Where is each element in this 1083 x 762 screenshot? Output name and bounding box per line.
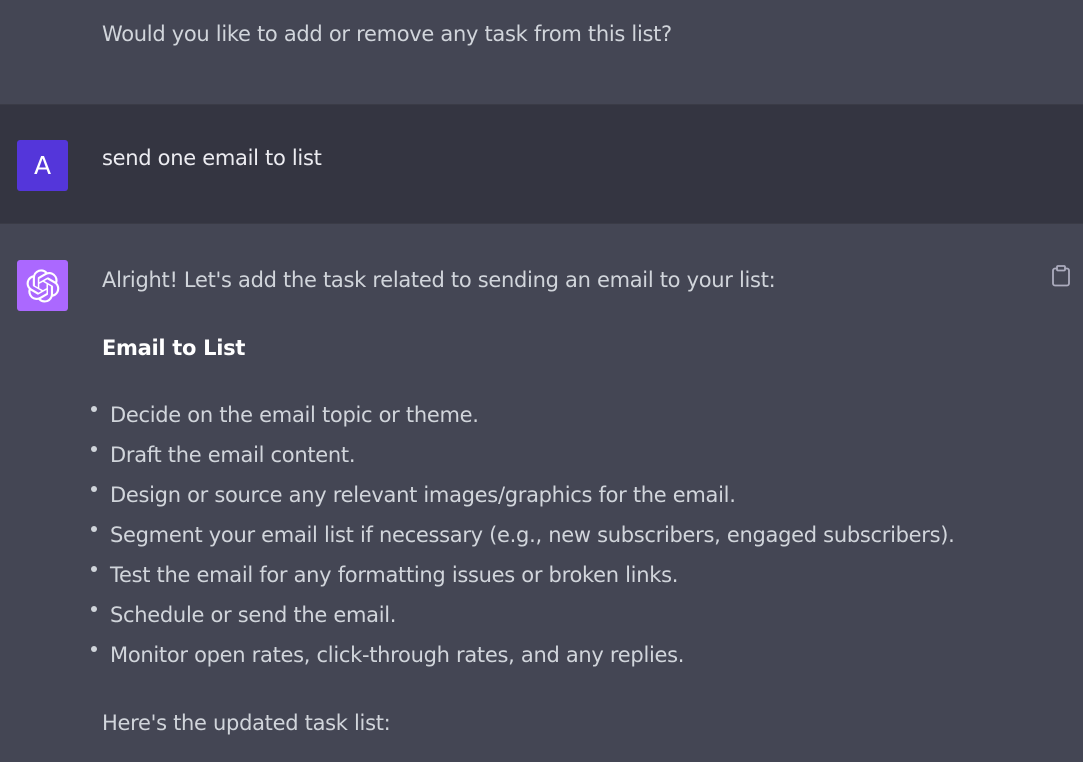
list-item-text: Design or source any relevant images/gra… — [110, 483, 736, 507]
bullet-icon — [91, 566, 97, 572]
assistant-message: Alright! Let's add the task related to s… — [0, 224, 1083, 762]
user-message-text: send one email to list — [102, 146, 322, 170]
clipboard-icon — [1052, 265, 1070, 287]
list-item-text: Monitor open rates, click-through rates,… — [110, 643, 685, 667]
copy-button[interactable] — [1050, 264, 1072, 288]
assistant-intro-text: Alright! Let's add the task related to s… — [102, 268, 776, 292]
bullet-icon — [91, 486, 97, 492]
assistant-outro-text: Here's the updated task list: — [102, 711, 391, 735]
list-item-text: Schedule or send the email. — [110, 603, 397, 627]
list-item-text: Draft the email content. — [110, 443, 356, 467]
user-message: A send one email to list — [0, 104, 1083, 224]
message-text: Would you like to add or remove any task… — [102, 22, 672, 46]
user-avatar: A — [17, 140, 68, 191]
previous-assistant-message: Would you like to add or remove any task… — [0, 0, 1083, 104]
section-heading: Email to List — [102, 336, 246, 360]
openai-logo-icon — [17, 260, 68, 311]
list-item-text: Segment your email list if necessary (e.… — [110, 523, 955, 547]
bullet-icon — [91, 446, 97, 452]
bullet-icon — [91, 406, 97, 412]
bullet-icon — [91, 526, 97, 532]
list-item-text: Test the email for any formatting issues… — [110, 563, 679, 587]
list-item-text: Decide on the email topic or theme. — [110, 403, 479, 427]
chat-conversation: Would you like to add or remove any task… — [0, 0, 1083, 762]
bullet-icon — [91, 606, 97, 612]
bullet-icon — [91, 646, 97, 652]
